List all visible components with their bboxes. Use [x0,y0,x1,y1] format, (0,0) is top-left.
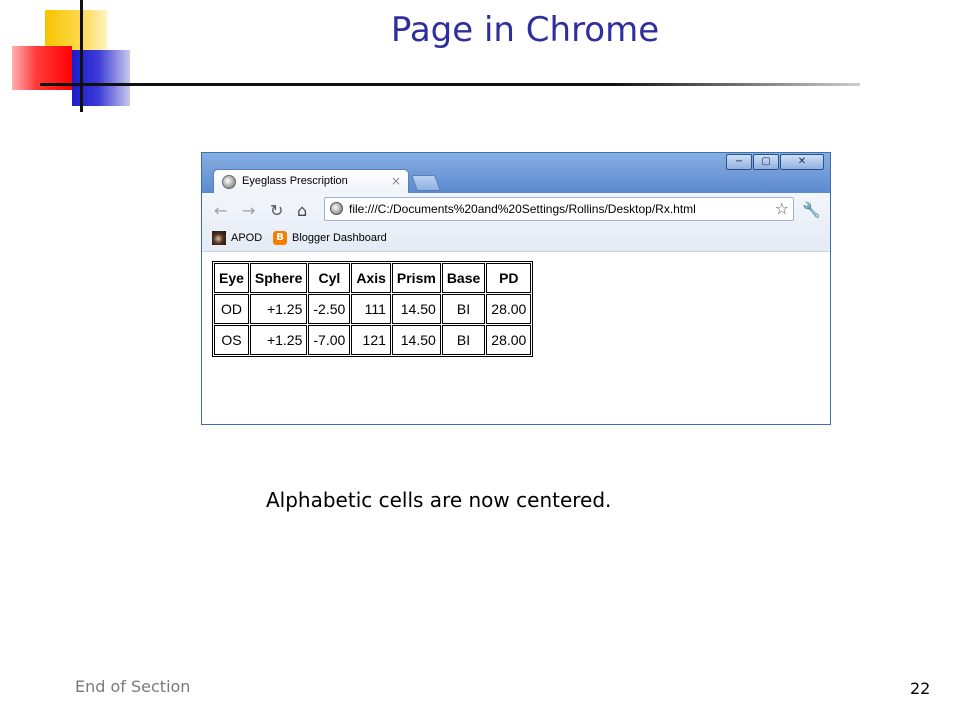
home-icon[interactable]: ⌂ [297,201,307,220]
slide-caption: Alphabetic cells are now centered. [266,488,612,512]
back-arrow-icon[interactable]: ← [214,201,227,220]
tab-eyeglass-prescription[interactable]: Eyeglass Prescription × [213,169,409,194]
browser-window: − ▢ ✕ Eyeglass Prescription × ← → ↻ ⌂ fi… [201,152,831,425]
star-icon[interactable]: ☆ [775,199,789,218]
bookmark-label: Blogger Dashboard [292,232,387,244]
tab-close-icon[interactable]: × [391,174,401,188]
table-row: OS +1.25 -7.00 121 14.50 BI 28.00 [214,325,532,355]
prescription-table: Eye Sphere Cyl Axis Prism Base PD OD +1.… [212,261,534,357]
maximize-button[interactable]: ▢ [753,154,779,170]
table-cell: OD [214,294,249,324]
wrench-icon[interactable]: 🔧 [802,201,821,219]
table-cell: 28.00 [486,325,532,355]
table-cell: OS [214,325,249,355]
bookmark-apod[interactable]: APOD [212,229,262,247]
blogger-favicon-icon: B [273,231,287,245]
new-tab-button[interactable] [411,175,441,191]
table-cell: 14.50 [391,325,441,355]
reload-icon[interactable]: ↻ [270,201,283,220]
column-header: Axis [351,263,391,293]
table-cell: 121 [351,325,391,355]
bookmark-blogger-dashboard[interactable]: B Blogger Dashboard [273,229,387,247]
table-row: OD +1.25 -2.50 111 14.50 BI 28.00 [214,294,532,324]
close-window-button[interactable]: ✕ [780,154,824,170]
apod-favicon-icon [212,231,226,245]
minimize-button[interactable]: − [726,154,752,170]
page-number: 22 [910,679,931,698]
slide-footer: End of Section [75,677,191,696]
table-cell: -7.00 [308,325,351,355]
window-controls: − ▢ ✕ [725,154,824,170]
column-header: PD [486,263,532,293]
address-bar[interactable]: file:///C:/Documents%20and%20Settings/Ro… [324,197,794,221]
page-globe-icon [330,202,343,215]
table-cell: +1.25 [249,325,308,355]
column-header: Prism [391,263,441,293]
table-cell: -2.50 [308,294,351,324]
table-cell: +1.25 [249,294,308,324]
page-content: Eye Sphere Cyl Axis Prism Base PD OD +1.… [202,251,830,424]
table-cell: 111 [351,294,391,324]
column-header: Sphere [249,263,308,293]
table-cell: 28.00 [486,294,532,324]
bookmark-label: APOD [231,232,263,244]
toolbar: ← → ↻ ⌂ file:///C:/Documents%20and%20Set… [202,193,830,251]
forward-arrow-icon[interactable]: → [242,201,255,220]
column-header: Eye [214,263,249,293]
table-cell: BI [441,325,486,355]
tab-title: Eyeglass Prescription [242,175,348,187]
decor-horizontal-line [40,83,860,86]
page-globe-icon [222,175,236,189]
slide-title: Page in Chrome [390,10,660,50]
column-header: Base [441,263,486,293]
table-cell: 14.50 [391,294,441,324]
table-cell: BI [441,294,486,324]
column-header: Cyl [308,263,351,293]
address-url: file:///C:/Documents%20and%20Settings/Ro… [349,202,696,216]
table-header-row: Eye Sphere Cyl Axis Prism Base PD [214,263,532,293]
title-bar: − ▢ ✕ Eyeglass Prescription × [202,153,830,194]
